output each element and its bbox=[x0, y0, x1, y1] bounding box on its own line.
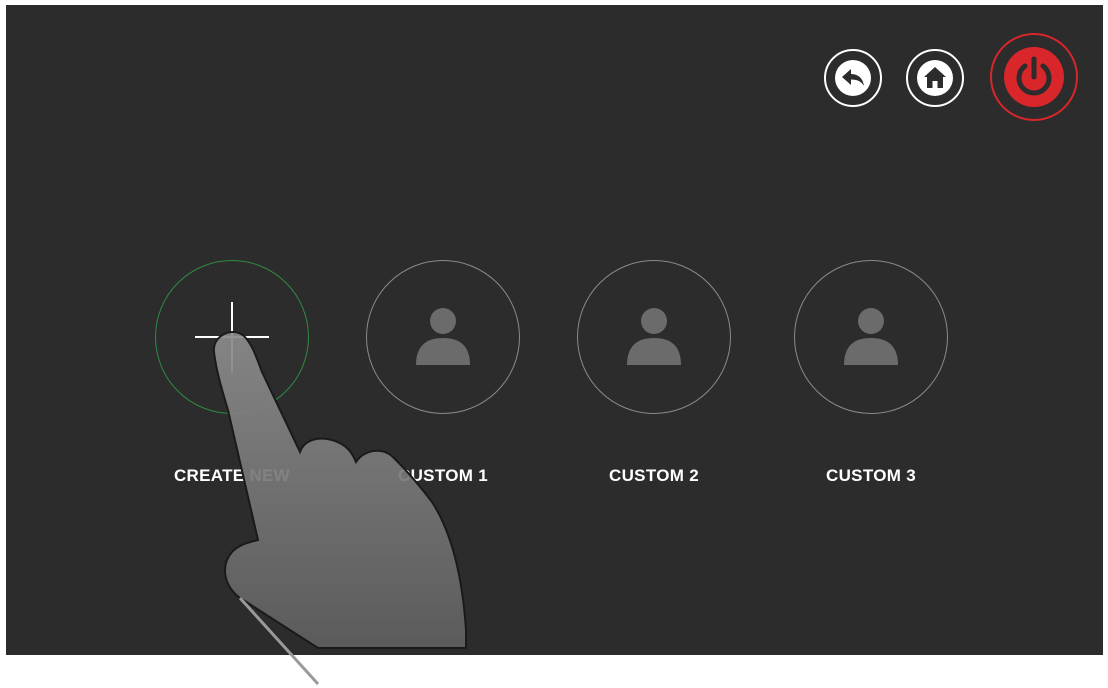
back-button[interactable] bbox=[824, 49, 882, 107]
custom-3-label: CUSTOM 3 bbox=[826, 466, 916, 485]
custom-2-profile[interactable]: CUSTOM 2 bbox=[574, 260, 734, 486]
home-button[interactable] bbox=[906, 49, 964, 107]
touch-screen: CREATE NEW CUSTOM 1 CUSTOM 2 CUSTOM 3 bbox=[6, 5, 1103, 655]
custom-3-ring[interactable] bbox=[794, 260, 948, 414]
user-icon bbox=[627, 308, 681, 365]
custom-1-profile[interactable]: CUSTOM 1 bbox=[363, 260, 523, 486]
create-new-profile[interactable]: CREATE NEW bbox=[152, 260, 312, 486]
custom-1-label: CUSTOM 1 bbox=[398, 466, 488, 485]
create-new-ring[interactable] bbox=[155, 260, 309, 414]
user-icon bbox=[844, 308, 898, 365]
user-icon bbox=[416, 308, 470, 365]
power-icon bbox=[1004, 47, 1064, 107]
page: CREATE NEW CUSTOM 1 CUSTOM 2 CUSTOM 3 bbox=[0, 0, 1108, 688]
custom-3-profile[interactable]: CUSTOM 3 bbox=[791, 260, 951, 486]
home-icon bbox=[917, 60, 953, 96]
create-new-label: CREATE NEW bbox=[173, 466, 290, 485]
custom-2-label: CUSTOM 2 bbox=[609, 466, 699, 485]
back-arrow-icon bbox=[835, 60, 871, 96]
custom-2-ring[interactable] bbox=[577, 260, 731, 414]
plus-icon bbox=[195, 302, 269, 372]
power-button[interactable] bbox=[990, 33, 1078, 121]
custom-1-ring[interactable] bbox=[366, 260, 520, 414]
